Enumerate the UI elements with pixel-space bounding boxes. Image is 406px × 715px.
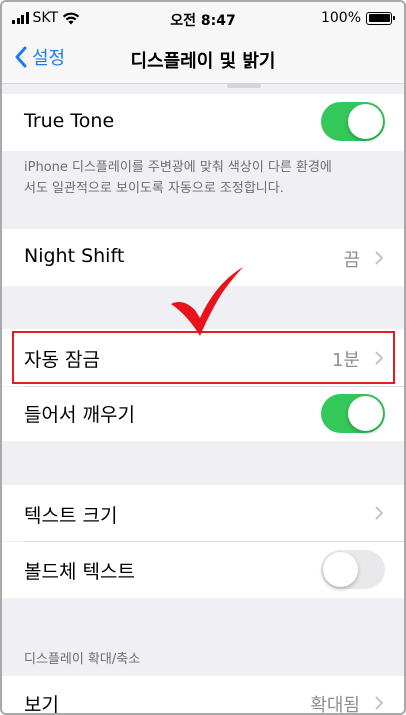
navigation-bar: 설정 디스플레이 및 밝기 [2,36,404,84]
page-title: 디스플레이 및 밝기 [130,51,276,72]
bold-text-label: 볼드체 텍스트 [24,561,135,583]
chevron-right-icon [375,696,383,710]
true-tone-footnote-line2: 서도 일관적으로 보이도록 자동으로 조정합니다. [24,181,284,196]
raise-to-wake-toggle[interactable] [321,394,385,433]
bold-text-toggle[interactable] [321,550,385,589]
zoom-view-row[interactable]: 보기 확대됨 [2,676,404,715]
display-zoom-header: 디스플레이 확대/축소 [24,652,141,667]
checkmark-annotation-icon [171,267,243,336]
status-right: 100% [320,10,395,26]
true-tone-footnote-line1: iPhone 디스플레이를 주변광에 맞춰 색상이 다른 환경에 [24,160,332,175]
true-tone-row: True Tone [2,94,404,151]
battery-icon [366,11,395,25]
text-size-row[interactable]: 텍스트 크기 [2,485,404,541]
text-size-label: 텍스트 크기 [24,505,118,527]
scrolled-content-edge [2,84,404,94]
true-tone-footnote: iPhone 디스플레이를 주변광에 맞춰 색상이 다른 환경에 서도 일관적으… [24,157,390,199]
phone-screen: SKT 오전 8:47 100% 설정 디스플레이 및 밝기 True Tone [0,0,406,715]
chevron-right-icon [375,251,383,265]
status-bar: SKT 오전 8:47 100% [2,2,404,36]
raise-to-wake-row: 들어서 깨우기 [2,387,404,441]
true-tone-toggle[interactable] [321,102,385,141]
night-shift-value: 끔 [343,250,360,271]
true-tone-label: True Tone [24,110,115,132]
zoom-view-value: 확대됨 [310,695,360,715]
chevron-right-icon [375,506,383,520]
battery-percent: 100% [320,10,361,26]
bold-text-row: 볼드체 텍스트 [2,542,404,598]
night-shift-label: Night Shift [24,245,125,267]
zoom-view-label: 보기 [24,694,59,715]
raise-to-wake-label: 들어서 깨우기 [24,404,135,426]
